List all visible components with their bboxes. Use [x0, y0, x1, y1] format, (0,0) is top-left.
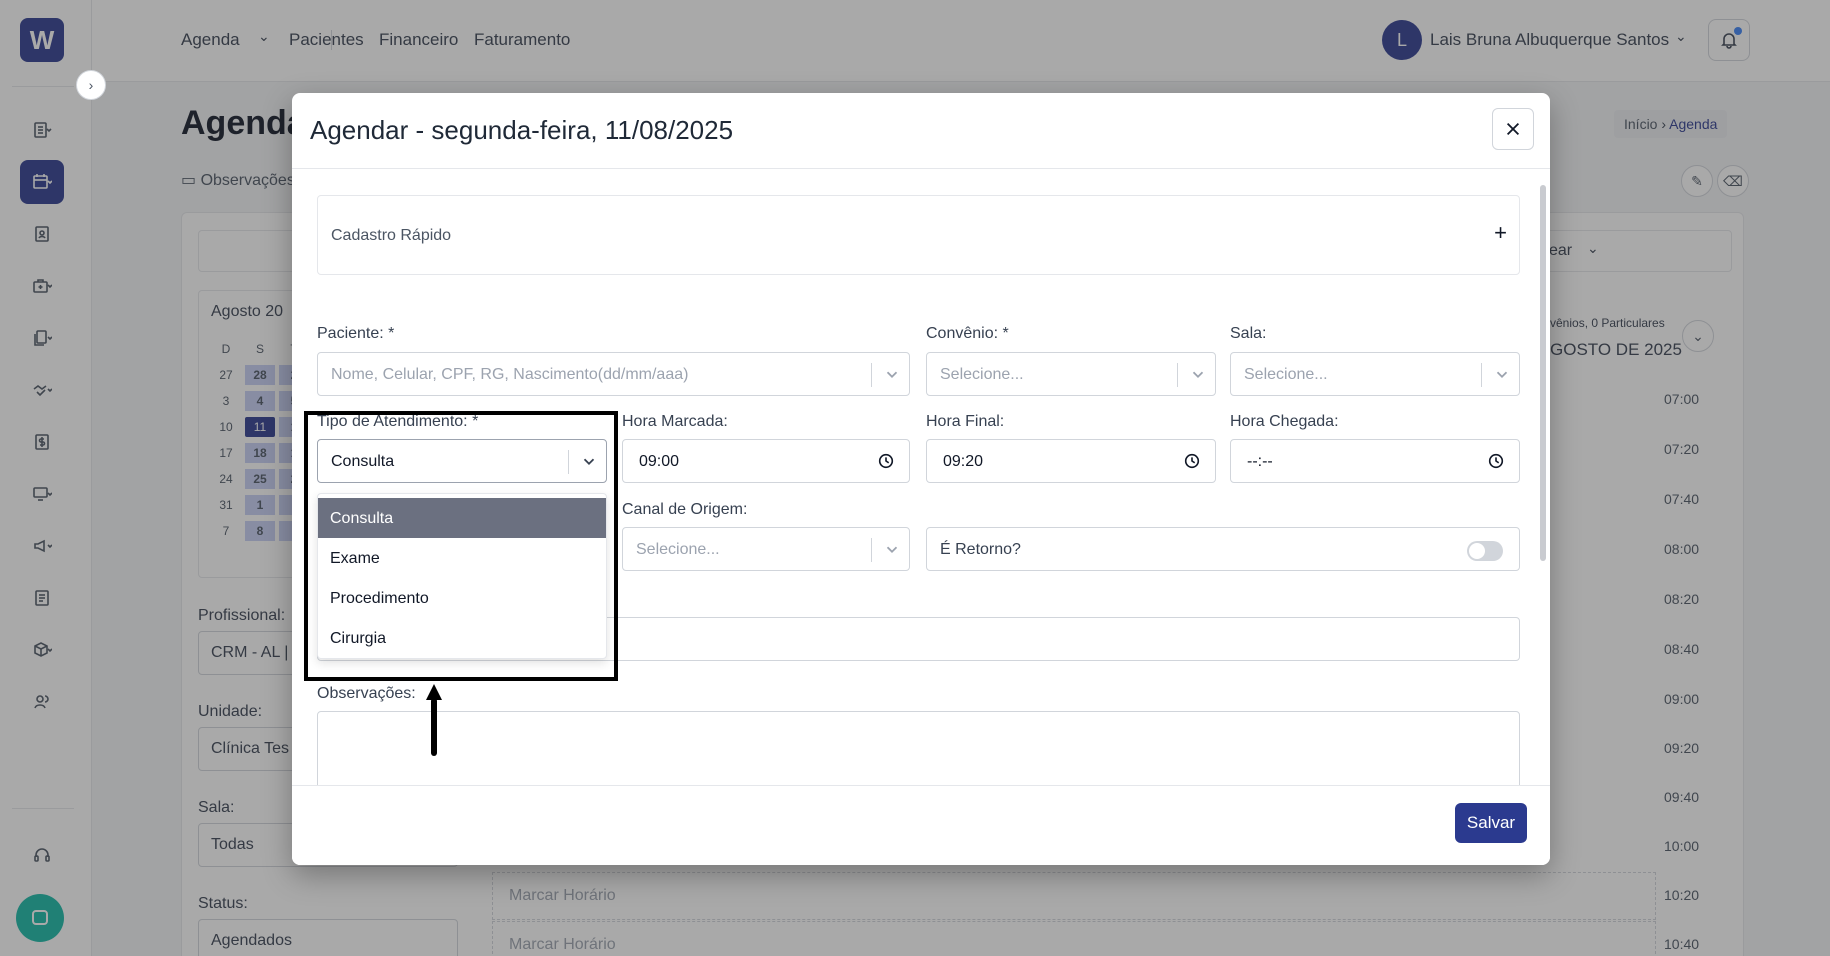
convenio-select[interactable]: Selecione... [926, 352, 1216, 396]
select-divider [871, 363, 872, 387]
convenio-placeholder: Selecione... [940, 366, 1024, 383]
option-cirurgia[interactable]: Cirurgia [318, 618, 606, 658]
sala-label: Sala: [1230, 325, 1267, 342]
retorno-label: É Retorno? [940, 541, 1021, 558]
option-procedimento[interactable]: Procedimento [318, 578, 606, 618]
sidebar-collapse-button[interactable]: › [76, 70, 106, 100]
select-divider [871, 538, 872, 562]
canal-origem-select[interactable]: Selecione... [622, 527, 910, 571]
quick-register-label: Cadastro Rápido [331, 227, 452, 244]
select-divider [568, 450, 569, 474]
hora-chegada-label: Hora Chegada: [1230, 413, 1339, 430]
retorno-toggle[interactable] [1467, 541, 1503, 561]
modal-title: Agendar - segunda-feira, 11/08/2025 [310, 115, 734, 145]
sala-select[interactable]: Selecione... [1230, 352, 1520, 396]
tipo-atendimento-label: Tipo de Atendimento: * [317, 413, 479, 430]
tipo-atendimento-select[interactable]: Consulta [317, 439, 607, 483]
hora-final-value: 09:20 [943, 453, 984, 470]
clock-icon[interactable] [1183, 452, 1201, 470]
tipo-atendimento-value: Consulta [331, 453, 395, 470]
modal-header: Agendar - segunda-feira, 11/08/2025 [292, 93, 1550, 169]
hora-marcada-input[interactable]: 09:00 [622, 439, 910, 483]
modal-footer: Salvar [292, 785, 1550, 865]
convenio-label: Convênio: * [926, 325, 1009, 342]
canal-origem-placeholder: Selecione... [636, 541, 720, 558]
hora-marcada-value: 09:00 [639, 453, 680, 470]
hora-marcada-label: Hora Marcada: [622, 413, 728, 430]
hora-chegada-value: --:-- [1247, 453, 1273, 470]
sala-placeholder: Selecione... [1244, 366, 1328, 383]
select-divider [1177, 363, 1178, 387]
modal-scrollbar[interactable] [1540, 185, 1546, 561]
chevron-down-icon[interactable] [580, 452, 598, 470]
hora-final-label: Hora Final: [926, 413, 1005, 430]
hora-final-input[interactable]: 09:20 [926, 439, 1216, 483]
schedule-modal: Agendar - segunda-feira, 11/08/2025 Cada… [292, 93, 1550, 865]
observacoes-textarea[interactable] [317, 711, 1520, 785]
clock-icon[interactable] [877, 452, 895, 470]
close-icon [1506, 122, 1520, 136]
canal-origem-label: Canal de Origem: [622, 501, 748, 518]
modal-body: Cadastro Rápido + Paciente: * Nome, Celu… [292, 169, 1550, 785]
quick-register-accordion[interactable]: Cadastro Rápido + [317, 195, 1520, 275]
select-divider [1481, 363, 1482, 387]
chevron-down-icon[interactable] [1189, 365, 1207, 383]
plus-icon[interactable]: + [1494, 220, 1507, 246]
chevron-down-icon[interactable] [883, 540, 901, 558]
paciente-input[interactable]: Nome, Celular, CPF, RG, Nascimento(dd/mm… [317, 352, 910, 396]
hora-chegada-input[interactable]: --:-- [1230, 439, 1520, 483]
observacoes-label: Observações: [317, 685, 416, 702]
close-button[interactable] [1492, 108, 1534, 150]
tipo-atendimento-dropdown: Consulta Exame Procedimento Cirurgia [317, 493, 607, 659]
retorno-toggle-field[interactable]: É Retorno? [926, 527, 1520, 571]
save-button[interactable]: Salvar [1455, 803, 1527, 843]
chevron-down-icon[interactable] [883, 365, 901, 383]
toggle-knob [1469, 543, 1485, 559]
paciente-label: Paciente: * [317, 325, 395, 342]
chevron-down-icon[interactable] [1493, 365, 1511, 383]
option-consulta[interactable]: Consulta [318, 498, 606, 538]
paciente-placeholder: Nome, Celular, CPF, RG, Nascimento(dd/mm… [331, 366, 689, 383]
option-exame[interactable]: Exame [318, 538, 606, 578]
clock-icon[interactable] [1487, 452, 1505, 470]
annotation-arrow-icon [426, 684, 442, 756]
